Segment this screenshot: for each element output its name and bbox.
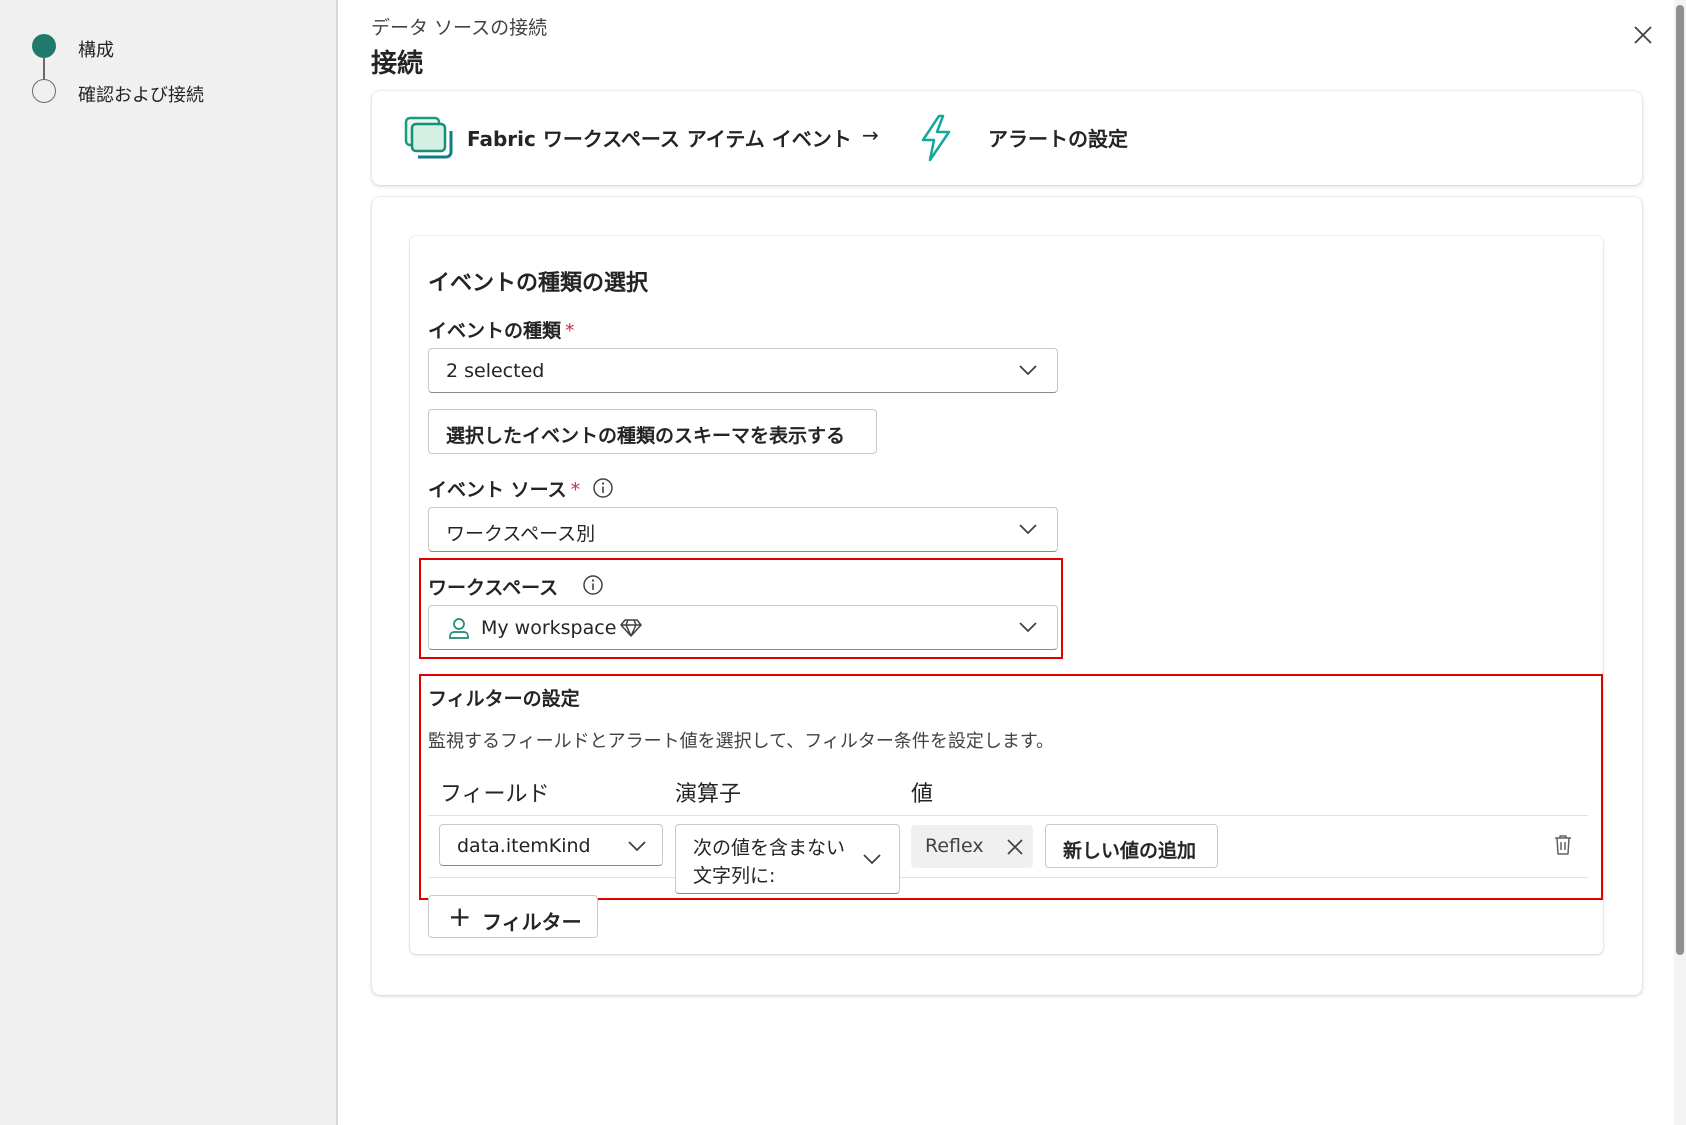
required-marker: * bbox=[565, 320, 575, 342]
dialog-subtitle: データ ソースの接続 bbox=[371, 17, 548, 39]
chevron-down-icon bbox=[1019, 365, 1037, 376]
view-schema-button[interactable]: 選択したイベントの種類のスキーマを表示する bbox=[428, 409, 877, 454]
value-chip-label: Reflex bbox=[925, 835, 984, 857]
column-header-operator: 演算子 bbox=[675, 782, 742, 807]
event-type-dropdown[interactable]: 2 selected bbox=[428, 348, 1058, 393]
info-icon[interactable] bbox=[582, 574, 604, 596]
chevron-down-icon bbox=[863, 854, 881, 865]
flow-source-label: Fabric ワークスペース アイテム イベント bbox=[467, 127, 852, 151]
column-header-value: 値 bbox=[911, 782, 934, 807]
event-source-value: ワークスペース別 bbox=[446, 523, 596, 545]
step-review-connect-label[interactable]: 確認および接続 bbox=[78, 81, 204, 107]
flow-summary-card: Fabric ワークスペース アイテム イベント → アラートの設定 bbox=[372, 91, 1642, 185]
delete-trash-icon[interactable] bbox=[1553, 834, 1573, 856]
view-schema-button-label: 選択したイベントの種類のスキーマを表示する bbox=[446, 425, 846, 447]
workspace-value: My workspace bbox=[481, 617, 617, 639]
add-new-value-button-label: 新しい値の追加 bbox=[1063, 840, 1197, 862]
event-type-section-title: イベントの種類の選択 bbox=[428, 271, 649, 296]
add-filter-button[interactable]: + フィルター bbox=[428, 895, 598, 938]
required-marker: * bbox=[570, 479, 581, 501]
flow-target-label: アラートの設定 bbox=[988, 127, 1128, 151]
workspace-dropdown[interactable]: My workspace bbox=[428, 605, 1058, 650]
remove-value-button[interactable] bbox=[996, 825, 1033, 868]
dialog-title: 接続 bbox=[371, 49, 424, 79]
filter-field-dropdown[interactable]: data.itemKind bbox=[439, 824, 663, 866]
close-icon bbox=[1006, 838, 1023, 855]
step-pending-indicator bbox=[32, 79, 56, 103]
event-source-dropdown[interactable]: ワークスペース別 bbox=[428, 507, 1058, 552]
add-icon: + bbox=[448, 900, 472, 933]
close-icon bbox=[1634, 26, 1652, 44]
filter-operator-dropdown[interactable]: 次の値を含まない 文字列に: bbox=[675, 824, 900, 894]
person-icon bbox=[449, 618, 469, 639]
filter-settings-title: フィルターの設定 bbox=[428, 688, 580, 710]
chevron-down-icon bbox=[1019, 622, 1037, 633]
chevron-down-icon bbox=[1019, 524, 1037, 535]
filter-operator-value-line1: 次の値を含まない bbox=[693, 837, 846, 859]
step-configure-label[interactable]: 構成 bbox=[78, 36, 114, 62]
row-divider-bottom bbox=[428, 877, 1588, 878]
column-header-field: フィールド bbox=[440, 782, 550, 807]
filter-operator-value-line2: 文字列に: bbox=[693, 865, 776, 887]
event-type-value: 2 selected bbox=[446, 360, 545, 382]
workspace-label: ワークスペース bbox=[428, 577, 559, 599]
filter-field-value: data.itemKind bbox=[457, 835, 591, 857]
diamond-premium-icon bbox=[620, 619, 642, 637]
event-source-label-text: イベント ソース bbox=[428, 479, 567, 501]
row-divider-top bbox=[428, 815, 1588, 816]
step-active-indicator bbox=[32, 34, 56, 58]
event-source-label: イベント ソース * bbox=[428, 475, 580, 502]
add-filter-button-label: フィルター bbox=[482, 910, 582, 934]
event-type-label: イベントの種類 * bbox=[428, 316, 575, 343]
add-new-value-button[interactable]: 新しい値の追加 bbox=[1045, 824, 1218, 868]
value-chip: Reflex bbox=[911, 825, 1033, 868]
lightning-bolt-icon bbox=[921, 114, 951, 162]
scrollbar-thumb[interactable] bbox=[1676, 5, 1684, 955]
step-connector-line bbox=[43, 58, 45, 80]
filter-settings-description: 監視するフィールドとアラート値を選択して、フィルター条件を設定します。 bbox=[428, 731, 1055, 752]
info-icon[interactable] bbox=[592, 477, 614, 499]
stacked-layers-icon bbox=[404, 116, 453, 159]
wizard-steps-panel: 構成 確認および接続 bbox=[0, 0, 338, 1125]
event-type-label-text: イベントの種類 bbox=[428, 320, 562, 342]
connect-data-source-dialog: 構成 確認および接続 データ ソースの接続 接続 Fabric ワークスペース … bbox=[0, 0, 1686, 1125]
close-button[interactable] bbox=[1628, 20, 1658, 50]
flow-arrow: → bbox=[862, 123, 879, 147]
chevron-down-icon bbox=[628, 841, 646, 852]
